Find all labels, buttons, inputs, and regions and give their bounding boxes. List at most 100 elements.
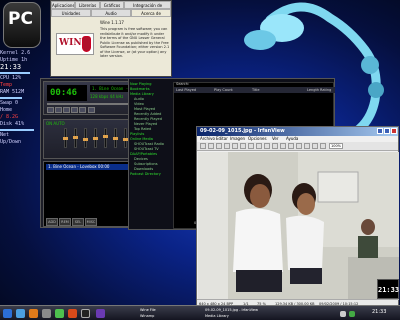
- irfanview-window[interactable]: 09-02-09_1015.jpg - IrfanView Archivo Ed…: [196, 126, 399, 308]
- browser-icon[interactable]: [29, 309, 38, 318]
- pclinuxos-logo[interactable]: PC: [3, 2, 41, 48]
- settings-icon[interactable]: [42, 309, 51, 318]
- prev-button[interactable]: [47, 107, 54, 113]
- eq-slider-knob[interactable]: [63, 137, 68, 140]
- taskbar: Wine File Winamp 09-02-09_1015.jpg - Irf…: [0, 305, 400, 320]
- stop-button[interactable]: [71, 107, 78, 113]
- col-title[interactable]: Title: [252, 87, 260, 93]
- wine-tabs-row2: Unidades Audio Acerca de: [51, 9, 171, 17]
- toolbar-button-icon[interactable]: [256, 143, 262, 149]
- monitor-line-8: Home: [0, 107, 13, 113]
- irfanview-titlebar[interactable]: 09-02-09_1015.jpg - IrfanView: [197, 127, 398, 136]
- eq-slider-knob[interactable]: [73, 136, 78, 140]
- toolbar-button-icon[interactable]: [312, 143, 318, 149]
- task-wine[interactable]: Wine File: [140, 308, 200, 313]
- monitor-line-5: Temp: [0, 82, 13, 88]
- bitrate-label: 128 kbps 44 kHz: [90, 94, 124, 99]
- photo-viewport: [198, 152, 399, 300]
- cpu-bar: [0, 72, 30, 74]
- media-icon[interactable]: [96, 309, 105, 318]
- eq-slider-knob[interactable]: [113, 137, 118, 140]
- pause-button[interactable]: [63, 107, 70, 113]
- ram-bar: [0, 97, 22, 99]
- tab-audio[interactable]: Audio: [91, 9, 131, 17]
- irfanview-toolbar: 100%: [197, 142, 398, 151]
- playlist-misc-button[interactable]: MISC: [85, 218, 97, 226]
- minimize-button[interactable]: [377, 128, 383, 134]
- volume-icon[interactable]: [340, 311, 346, 317]
- playlist-sel-button[interactable]: SEL: [72, 218, 84, 226]
- toolbar-button-icon[interactable]: [288, 143, 294, 149]
- col-length[interactable]: Length: [307, 87, 319, 93]
- playlist-rem-button[interactable]: REM: [59, 218, 71, 226]
- toolbar-button-icon[interactable]: [264, 143, 270, 149]
- eq-slider-knob[interactable]: [93, 137, 98, 140]
- tab-desktop-integration[interactable]: Integración de escritorio: [124, 1, 172, 9]
- tab-libraries[interactable]: Librerías: [75, 1, 100, 9]
- toolbar-button-icon[interactable]: [232, 143, 238, 149]
- monitor-line-7: Swap 0: [0, 100, 19, 106]
- wine-tabs-row1: Aplicaciones Librerías Gráficos Integrac…: [51, 1, 172, 9]
- monitor-line-6: RAM 512M: [0, 89, 25, 95]
- classroom-photo: [198, 152, 399, 300]
- toolbar-button-icon[interactable]: [216, 143, 222, 149]
- task-library[interactable]: Media Library: [205, 314, 275, 319]
- task-irfanview[interactable]: 09-02-09_1015.jpg - IrfanView: [205, 308, 275, 313]
- tab-graphics[interactable]: Gráficos: [99, 1, 125, 9]
- eject-button[interactable]: [88, 107, 95, 113]
- terminal-icon[interactable]: [81, 309, 90, 318]
- library-tree: Now Playing Bookmarks Media Library Audio Vi…: [130, 82, 170, 229]
- desktop: PC Kernel 2.6 Uptime 1h 21:33 CPU 12% Te…: [0, 0, 400, 320]
- monitor-line-4: CPU 12%: [0, 75, 22, 81]
- eq-on-toggle[interactable]: ON AUTO: [46, 121, 65, 126]
- playlist-add-button[interactable]: ADD: [46, 218, 58, 226]
- col-play-count[interactable]: Play Count: [214, 87, 233, 93]
- toolbar-button-icon[interactable]: [272, 143, 278, 149]
- tab-drives[interactable]: Unidades: [51, 9, 91, 17]
- search-label: Search:: [176, 82, 190, 86]
- monitor-line-11: Net: [0, 132, 10, 138]
- time-display: 00:46: [47, 85, 87, 101]
- desktop-clock-widget: 21:33: [377, 279, 399, 299]
- network-icon[interactable]: [349, 311, 355, 317]
- wine-logo: WINE: [56, 33, 94, 55]
- col-rating[interactable]: Rating: [320, 87, 331, 93]
- toolbar-button-icon[interactable]: [224, 143, 230, 149]
- home-folder-icon[interactable]: [16, 309, 25, 318]
- toolbar-button-icon[interactable]: [208, 143, 214, 149]
- zoom-value[interactable]: 100%: [329, 143, 343, 149]
- library-header: Last Played Play Count Title Length Rati…: [174, 87, 335, 93]
- monitor-clock: 21:33: [0, 63, 22, 71]
- play-button[interactable]: [55, 107, 62, 113]
- maximize-button[interactable]: [384, 128, 390, 134]
- toolbar-button-icon[interactable]: [240, 143, 246, 149]
- messenger-icon[interactable]: [55, 309, 64, 318]
- monitor-line-1: Kernel 2.6: [0, 50, 31, 56]
- wine-version: Wine 1.1.17: [100, 20, 124, 25]
- wine-license-text: This program is free software; you can r…: [100, 27, 170, 58]
- toolbar-button-icon[interactable]: [320, 143, 326, 149]
- tab-about[interactable]: Acerca de: [131, 9, 171, 17]
- toolbar-button-icon[interactable]: [248, 143, 254, 149]
- col-last-played[interactable]: Last Played: [176, 87, 196, 93]
- wine-glass-icon: [82, 36, 91, 52]
- tab-applications[interactable]: Aplicaciones: [51, 1, 76, 9]
- system-monitor-panel: Kernel 2.6 Uptime 1h 21:33 CPU 12% Temp …: [0, 50, 40, 300]
- task-winamp[interactable]: Winamp: [140, 314, 200, 319]
- eq-slider-knob[interactable]: [103, 135, 108, 139]
- toolbar-button-icon[interactable]: [200, 143, 206, 149]
- monitor-line-12: Up/Down: [0, 139, 22, 145]
- monitor-line-10: Disk 41%: [0, 121, 25, 127]
- firefox-icon[interactable]: [68, 309, 77, 318]
- toolbar-button-icon[interactable]: [296, 143, 302, 149]
- library-tree-item[interactable]: Podcast Directory: [130, 172, 170, 177]
- wine-config-window[interactable]: Aplicaciones Librerías Gráficos Integrac…: [50, 0, 172, 77]
- close-button[interactable]: [391, 128, 397, 134]
- taskbar-clock[interactable]: 21:33: [372, 310, 386, 315]
- toolbar-button-icon[interactable]: [280, 143, 286, 149]
- toolbar-button-icon[interactable]: [304, 143, 310, 149]
- next-button[interactable]: [79, 107, 86, 113]
- eq-slider-knob[interactable]: [83, 137, 88, 141]
- monitor-line-9: / 8.2G: [0, 114, 19, 120]
- start-menu-icon[interactable]: [3, 309, 12, 318]
